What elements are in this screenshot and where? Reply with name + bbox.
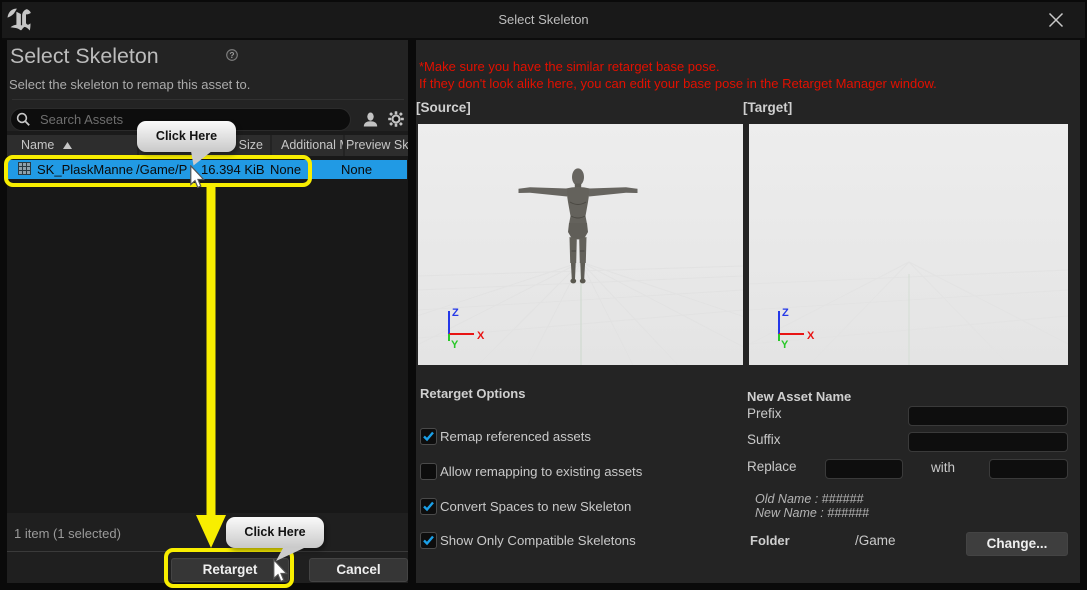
svg-text:Z: Z: [452, 307, 459, 319]
svg-text:Y: Y: [781, 339, 789, 351]
svg-text:X: X: [807, 330, 815, 342]
svg-text:Y: Y: [451, 339, 459, 351]
svg-text:X: X: [477, 330, 485, 342]
svg-text:?: ?: [229, 50, 234, 60]
svg-text:Z: Z: [782, 307, 789, 319]
